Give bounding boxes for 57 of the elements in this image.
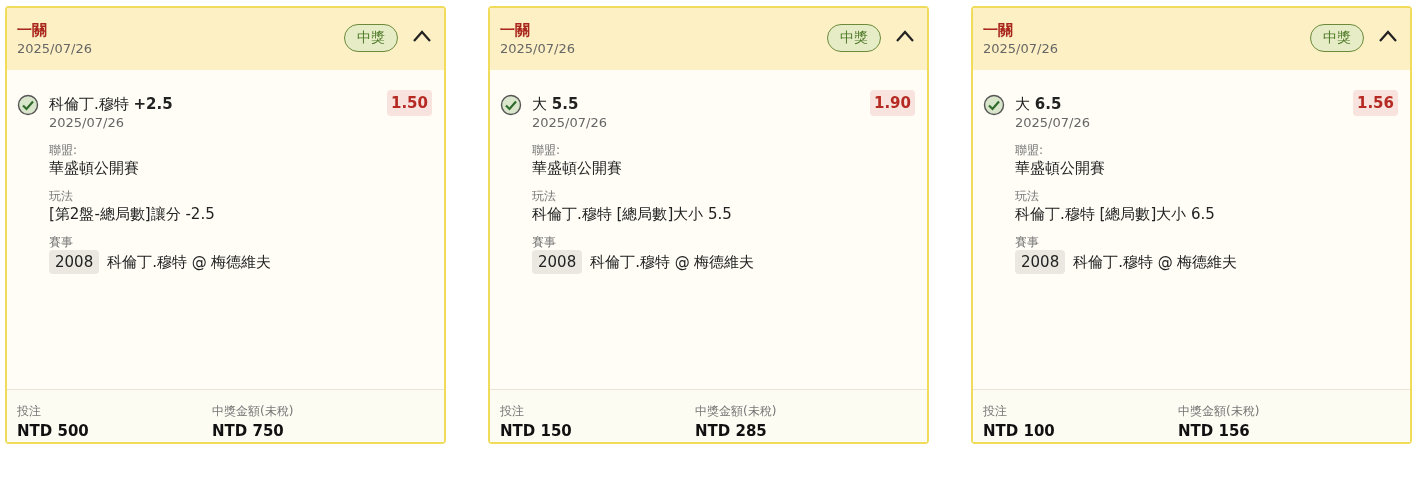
bet-date: 2025/07/26 [17, 40, 93, 58]
league-name: 華盛頓公開賽 [532, 158, 623, 178]
field-label: 玩法 [1015, 188, 1040, 204]
event-name: 科倫丁.穆特 @ 梅德維夫 [107, 252, 272, 272]
selection-date: 2025/07/26 [1015, 114, 1091, 132]
bet-type: 一關 [500, 20, 531, 40]
stake-label: 投注 [500, 403, 525, 420]
payout-label: 中獎金額(未稅) [1178, 403, 1261, 420]
chevron-icon[interactable] [412, 30, 432, 42]
bet-date: 2025/07/26 [500, 40, 576, 58]
chevron-icon[interactable] [1378, 30, 1398, 42]
stake-amount: NTD 100 [983, 421, 1056, 442]
league-name: 華盛頓公開賽 [1015, 158, 1106, 178]
status-badge: 中獎 [827, 24, 881, 52]
odds-value: 1.90 [870, 90, 915, 116]
field-label: 賽事 [1015, 234, 1040, 250]
field-label: 聯盟: [49, 142, 79, 158]
stake-amount: NTD 500 [17, 421, 90, 442]
event-code: 2008 [1015, 250, 1066, 274]
league-name: 華盛頓公開賽 [49, 158, 140, 178]
payout-amount: NTD 156 [1178, 421, 1251, 442]
play-type: 科倫丁.穆特 [總局數]大小 5.5 [532, 204, 733, 224]
odds-value: 1.50 [387, 90, 432, 116]
stake-label: 投注 [983, 403, 1008, 420]
field-label: 聯盟: [532, 142, 562, 158]
check-circle-icon [17, 94, 39, 116]
play-type: [第2盤-總局數]讓分 -2.5 [49, 204, 216, 224]
play-type: 科倫丁.穆特 [總局數]大小 6.5 [1015, 204, 1216, 224]
payout-label: 中獎金額(未稅) [212, 403, 295, 420]
status-badge: 中獎 [344, 24, 398, 52]
check-circle-icon [983, 94, 1005, 116]
selection-text: 大 6.5 [1015, 94, 1063, 114]
field-label: 賽事 [49, 234, 74, 250]
payout-label: 中獎金額(未稅) [695, 403, 778, 420]
selection-text: 科倫丁.穆特 +2.5 [49, 94, 174, 114]
selection-date: 2025/07/26 [532, 114, 608, 132]
field-label: 聯盟: [1015, 142, 1045, 158]
field-label: 玩法 [49, 188, 74, 204]
selection-date: 2025/07/26 [49, 114, 125, 132]
check-circle-icon [500, 94, 522, 116]
event-name: 科倫丁.穆特 @ 梅德維夫 [1073, 252, 1238, 272]
payout-amount: NTD 750 [212, 421, 285, 442]
bet-date: 2025/07/26 [983, 40, 1059, 58]
event-code: 2008 [49, 250, 100, 274]
chevron-icon[interactable] [895, 30, 915, 42]
bet-type: 一關 [17, 20, 48, 40]
event-name: 科倫丁.穆特 @ 梅德維夫 [590, 252, 755, 272]
event-code: 2008 [532, 250, 583, 274]
field-label: 賽事 [532, 234, 557, 250]
selection-text: 大 5.5 [532, 94, 580, 114]
stake-label: 投注 [17, 403, 42, 420]
field-label: 玩法 [532, 188, 557, 204]
status-badge: 中獎 [1310, 24, 1364, 52]
stake-amount: NTD 150 [500, 421, 573, 442]
odds-value: 1.56 [1353, 90, 1398, 116]
payout-amount: NTD 285 [695, 421, 768, 442]
bet-type: 一關 [983, 20, 1014, 40]
